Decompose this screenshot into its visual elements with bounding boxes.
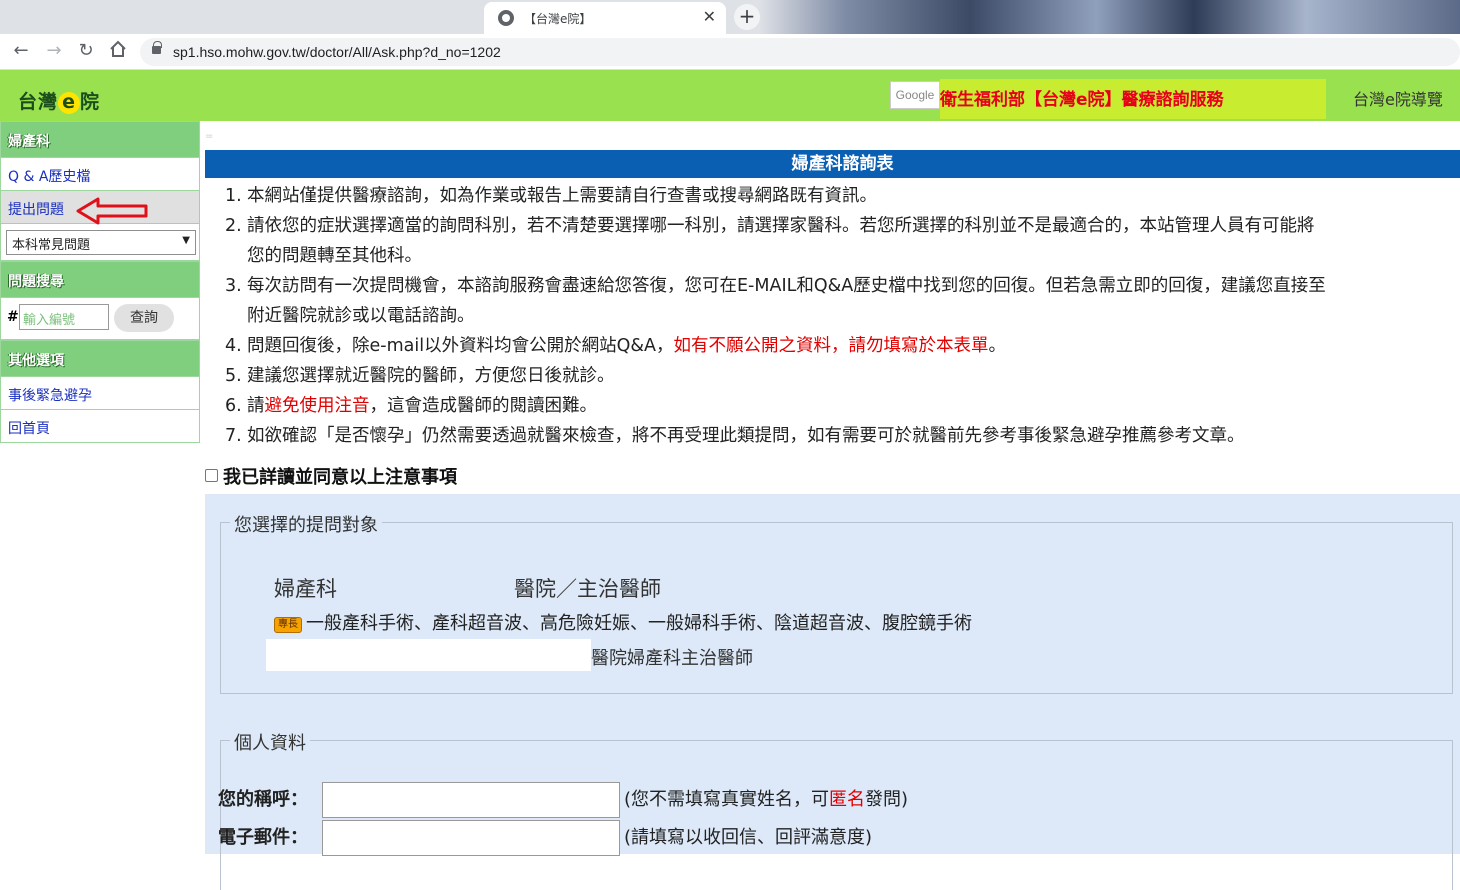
faq-select[interactable]: 本科常見問題 ▼ — [6, 230, 196, 255]
notice-item: 2. 請依您的症狀選擇適當的詢問科別，若不清楚要選擇哪一科別，請選擇家醫科。若您所… — [205, 211, 1460, 241]
sidebar-item-qa-history[interactable]: Q & A歷史檔 — [0, 158, 200, 191]
notice-text: 。 — [988, 336, 1006, 356]
question-search-row: # 輸入編號 查詢 — [0, 298, 200, 340]
personal-fieldset-legend: 個人資料 — [230, 729, 310, 755]
nickname-label: 您的稱呼： — [218, 789, 308, 810]
notice-text: 如欲確認「是否懷孕」仍然需要透過就醫來檢查，將不再受理此類提問，如有需要可於就醫… — [247, 426, 1245, 446]
sidebar-section-search: 問題搜尋 — [0, 261, 200, 298]
new-tab-button[interactable]: + — [734, 4, 760, 30]
question-form: 您選擇的提問對象 婦產科 醫院／主治醫師 專長 一般產科手術、產科超音波、高危險妊… — [205, 494, 1460, 890]
doctor-fieldset-legend: 您選擇的提問對象 — [230, 511, 382, 537]
tab-title: 【台灣e院】 — [524, 12, 592, 26]
sidebar-section-department: 婦產科 — [0, 121, 200, 158]
home-icon[interactable] — [107, 40, 129, 62]
form-title: 婦產科諮詢表 — [205, 150, 1460, 178]
notice-number: 6. — [225, 396, 242, 416]
url-omnibox[interactable]: sp1.hso.mohw.gov.tw/doctor/All/Ask.php?d… — [140, 38, 1460, 66]
main-content: = 婦產科諮詢表 1. 本網站僅提供醫療諮詢，如為作業或報告上需要請自行查書或搜尋… — [205, 121, 1460, 890]
notice-item: 4. 問題回復後，除e-mail以外資料均會公開於網站Q&A，如有不願公開之資料，… — [205, 331, 1460, 361]
browser-tab-strip: 【台灣e院】 ✕ + — [0, 0, 1460, 34]
close-tab-icon[interactable]: ✕ — [703, 7, 716, 26]
email-hint: (請填寫以收回信、回評滿意度) — [624, 827, 873, 848]
specialty-badge: 專長 — [274, 617, 302, 633]
doctor-department: 婦產科 — [274, 577, 337, 601]
logo-text-b: 院 — [80, 91, 101, 113]
agree-label: 我已詳讀並同意以上注意事項 — [223, 467, 457, 488]
decorative-mark: = — [205, 131, 214, 142]
agree-checkbox[interactable] — [205, 469, 218, 482]
email-row: 電子郵件： (請填寫以收回信、回評滿意度) — [218, 820, 872, 856]
notice-number: 1. — [225, 186, 242, 206]
notice-text: 每次訪問有一次提問機會，本諮詢服務會盡速給您答復，您可在E-MAIL和Q&A歷史… — [247, 276, 1326, 296]
specialty-text: 一般產科手術、產科超音波、高危險妊娠、一般婦科手術、陰道超音波、腹腔鏡手術 — [306, 613, 972, 634]
left-sidebar: 婦產科 Q & A歷史檔 提出問題 本科常見問題 ▼ 問題搜尋 # 輸入編號 查… — [0, 121, 200, 443]
reload-icon[interactable]: ↻ — [75, 40, 97, 62]
notice-number: 2. — [225, 216, 242, 236]
notice-item: 7. 如欲確認「是否懷孕」仍然需要透過就醫來檢查，將不再受理此類提問，如有需要可於… — [205, 421, 1460, 451]
sidebar-item-home[interactable]: 回首頁 — [0, 410, 200, 443]
notice-item: 附近醫院就診或以電話諮詢。 — [205, 301, 1460, 331]
notice-list: 1. 本網站僅提供醫療諮詢，如為作業或報告上需要請自行查書或搜尋網路既有資訊。 2.… — [205, 181, 1460, 451]
agree-checkbox-row[interactable]: 我已詳讀並同意以上注意事項 — [205, 463, 457, 489]
notice-item: 6. 請避免使用注音，這會造成醫師的閱讀困難。 — [205, 391, 1460, 421]
google-translate-badge[interactable]: Google — [890, 81, 940, 109]
email-input[interactable] — [322, 820, 620, 856]
question-number-input[interactable]: 輸入編號 — [19, 304, 109, 330]
search-button[interactable]: 查詢 — [114, 304, 174, 332]
email-label: 電子郵件： — [218, 827, 308, 848]
dropdown-arrow-icon: ▼ — [182, 235, 190, 246]
notice-text: ，這會造成醫師的閱讀困難。 — [369, 396, 598, 416]
address-bar: ← → ↻ sp1.hso.mohw.gov.tw/doctor/All/Ask… — [0, 34, 1460, 70]
nickname-hint-end: 發問) — [865, 789, 909, 810]
faq-select-row: 本科常見問題 ▼ — [0, 224, 200, 261]
sidebar-item-emergency-contraception[interactable]: 事後緊急避孕 — [0, 377, 200, 410]
tab-strip-background — [760, 0, 1460, 34]
notice-text: 本網站僅提供醫療諮詢，如為作業或報告上需要請自行查書或搜尋網路既有資訊。 — [247, 186, 877, 206]
notice-number: 5. — [225, 366, 242, 386]
forward-icon[interactable]: → — [43, 40, 65, 62]
site-guide-link[interactable]: 台灣e院導覽 — [1353, 86, 1443, 110]
lock-icon — [152, 41, 162, 54]
notice-group: 1. 本網站僅提供醫療諮詢，如為作業或報告上需要請自行查書或搜尋網路既有資訊。 2.… — [205, 181, 1460, 331]
notice-text: 問題回復後，除e-mail以外資料均會公開於網站Q&A， — [247, 336, 674, 356]
nickname-row: 您的稱呼： (您不需填寫真實姓名，可匿名發問) — [218, 782, 908, 818]
notice-item: 3. 每次訪問有一次提問機會，本諮詢服務會盡速給您答復，您可在E-MAIL和Q&A… — [205, 271, 1460, 301]
globe-icon — [498, 10, 514, 26]
doctor-fieldset: 您選擇的提問對象 婦產科 醫院／主治醫師 專長 一般產科手術、產科超音波、高危險妊… — [220, 511, 1453, 694]
notice-number: 3. — [225, 276, 242, 296]
notice-text: 請 — [247, 396, 265, 416]
doctor-specialty: 專長 一般產科手術、產科超音波、高危險妊娠、一般婦科手術、陰道超音波、腹腔鏡手術 — [274, 609, 972, 635]
url-text: sp1.hso.mohw.gov.tw/doctor/All/Ask.php?d… — [173, 44, 501, 60]
nickname-hint: (您不需填寫真實姓名，可 — [624, 789, 830, 810]
logo-e-icon: e — [58, 92, 81, 114]
logo-text-a: 台灣 — [18, 91, 59, 113]
nickname-hint-anonymous: 匿名 — [829, 789, 866, 810]
redacted-hospital-name — [266, 639, 591, 671]
sidebar-section-other: 其他選項 — [0, 340, 200, 377]
notice-warning-text: 如有不願公開之資料，請勿填寫於本表單 — [673, 336, 989, 356]
notice-number: 7. — [225, 426, 242, 446]
doctor-hospital: 醫院／主治醫師 — [514, 577, 661, 601]
notice-warning-text: 避免使用注音 — [264, 396, 370, 416]
site-logo[interactable]: 台灣 e 院 — [18, 87, 100, 114]
notice-number: 4. — [225, 336, 242, 356]
notice-item: 您的問題轉至其他科。 — [205, 241, 1460, 271]
banner-text: 衛生福利部【台灣e院】醫療諮詢服務 — [940, 90, 1224, 110]
notice-item: 1. 本網站僅提供醫療諮詢，如為作業或報告上需要請自行查書或搜尋網路既有資訊。 — [205, 181, 1460, 211]
notice-text: 附近醫院就診或以電話諮詢。 — [247, 306, 475, 326]
hash-label: # — [7, 309, 19, 325]
notice-text: 您的問題轉至其他科。 — [247, 246, 422, 266]
nickname-input[interactable] — [322, 782, 620, 818]
faq-select-value: 本科常見問題 — [12, 238, 91, 253]
service-banner: 衛生福利部【台灣e院】醫療諮詢服務 — [940, 79, 1326, 119]
site-header: 台灣 e 院 Google 衛生福利部【台灣e院】醫療諮詢服務 台灣e院導覽 — [0, 70, 1460, 121]
red-arrow-annotation — [76, 197, 148, 225]
doctor-title: 醫院婦產科主治醫師 — [591, 648, 753, 669]
notice-text: 請依您的症狀選擇適當的詢問科別，若不清楚要選擇哪一科別，請選擇家醫科。若您所選擇… — [247, 216, 1315, 236]
notice-item: 5. 建議您選擇就近醫院的醫師，方便您日後就診。 — [205, 361, 1460, 391]
notice-text: 建議您選擇就近醫院的醫師，方便您日後就診。 — [247, 366, 615, 386]
back-icon[interactable]: ← — [10, 40, 32, 62]
browser-tab[interactable]: 【台灣e院】 ✕ — [484, 2, 726, 34]
